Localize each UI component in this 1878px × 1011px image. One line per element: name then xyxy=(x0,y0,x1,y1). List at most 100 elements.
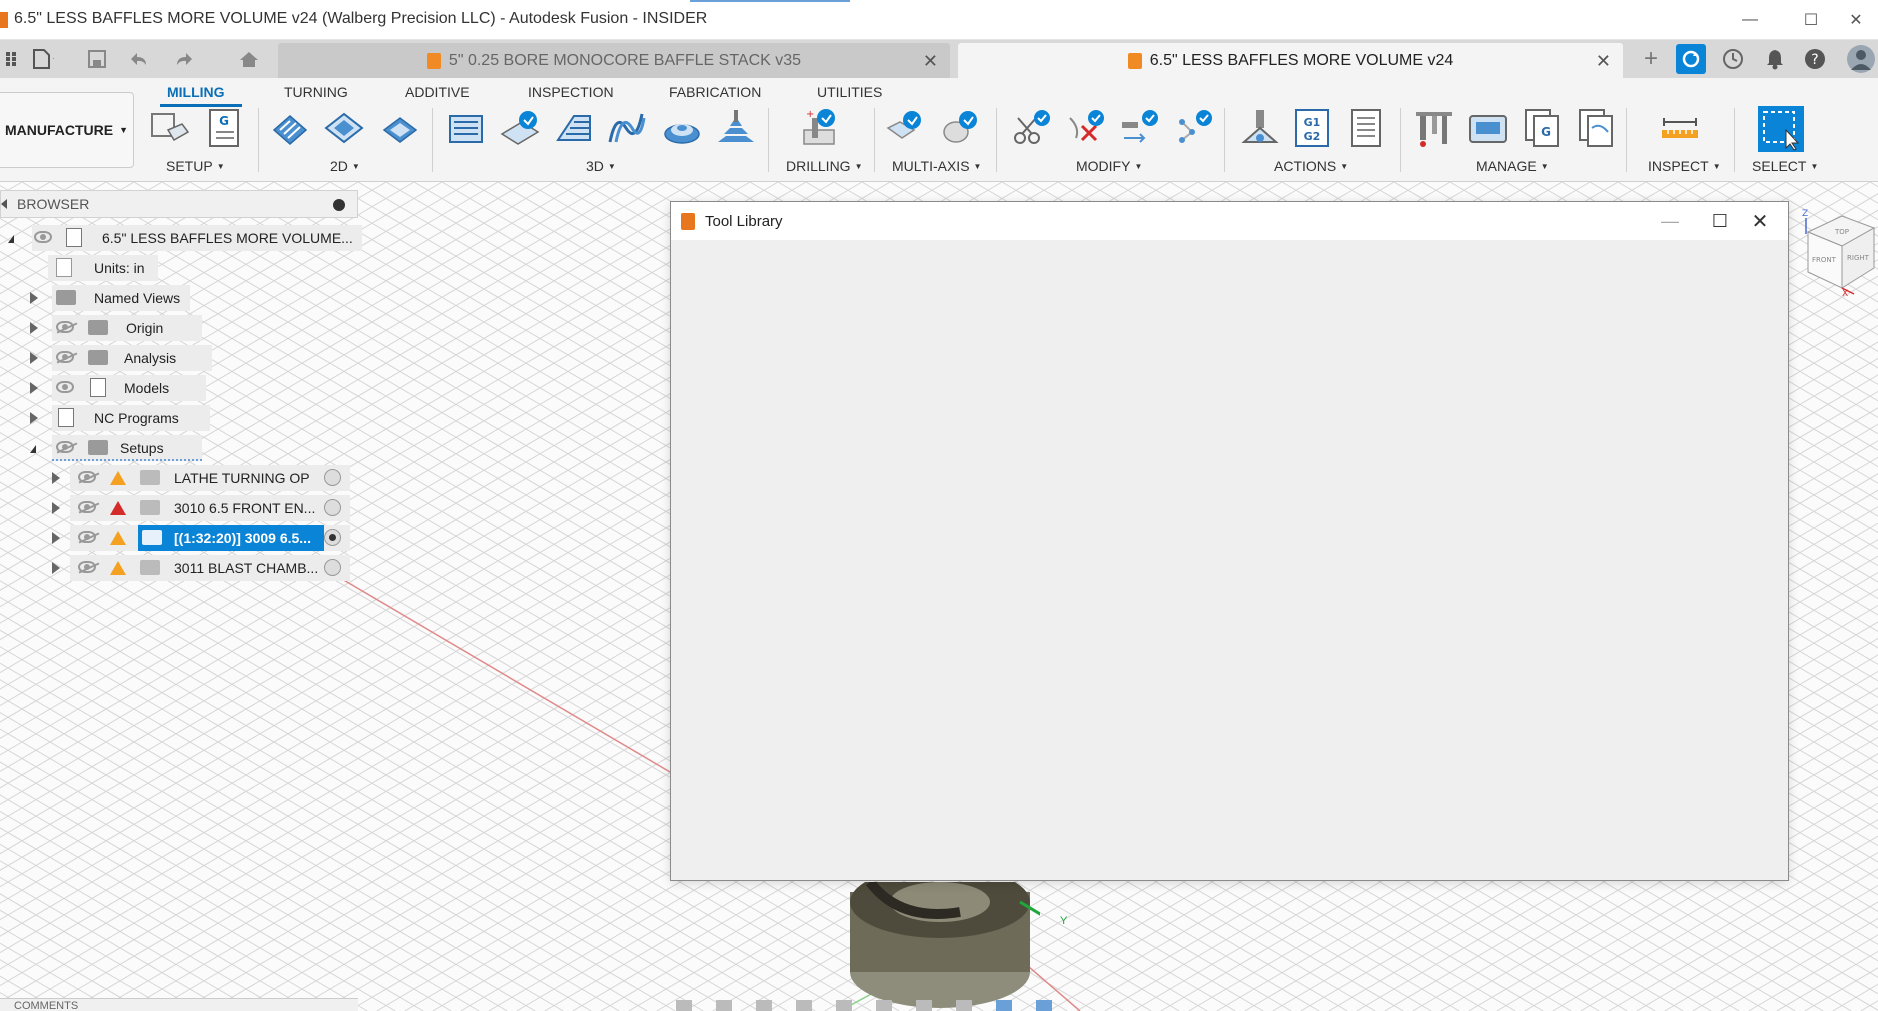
move-path-icon[interactable] xyxy=(1120,108,1160,148)
visibility-hidden-icon[interactable] xyxy=(56,321,74,333)
group-3d[interactable]: 3D ▼ xyxy=(586,158,616,174)
group-drilling[interactable]: DRILLING ▼ xyxy=(786,158,863,174)
trim-scissors-icon[interactable] xyxy=(1012,108,1052,148)
scallop-icon[interactable] xyxy=(662,108,702,148)
setup-row[interactable]: LATHE TURNING OP xyxy=(52,465,352,491)
visibility-hidden-icon[interactable] xyxy=(56,351,74,363)
comments-panel[interactable]: COMMENTS xyxy=(0,998,358,1011)
dialog-minimize-button[interactable]: — xyxy=(1650,208,1690,234)
tool-library-icon[interactable] xyxy=(1414,108,1454,148)
face-icon[interactable] xyxy=(380,108,420,148)
save-icon[interactable] xyxy=(86,48,108,70)
expand-arrow-icon[interactable] xyxy=(30,322,38,334)
expand-arrow-icon[interactable] xyxy=(52,472,60,484)
edit-points-icon[interactable] xyxy=(1174,108,1214,148)
activate-radio[interactable] xyxy=(324,469,341,486)
browser-pin-icon[interactable] xyxy=(333,199,345,211)
tab-fabrication[interactable]: FABRICATION xyxy=(669,84,761,100)
simulate-icon[interactable] xyxy=(1240,108,1280,148)
tree-item-models[interactable]: Models xyxy=(30,375,206,401)
job-status-icon[interactable] xyxy=(1676,44,1706,74)
new-setup-icon[interactable] xyxy=(150,108,190,148)
delete-path-icon[interactable] xyxy=(1066,108,1106,148)
expand-arrow-icon[interactable] xyxy=(30,292,38,304)
machine-library-icon[interactable] xyxy=(1468,108,1508,148)
user-avatar-icon[interactable] xyxy=(1846,44,1876,74)
template-library-icon[interactable] xyxy=(1576,108,1616,148)
tab-close-icon[interactable]: ✕ xyxy=(923,51,938,72)
new-tab-button[interactable]: + xyxy=(1636,44,1666,74)
post-process-g1g2-icon[interactable]: G1G2 xyxy=(1292,108,1332,148)
maximize-button[interactable]: ☐ xyxy=(1789,6,1833,34)
multi-axis-contour-icon[interactable] xyxy=(940,108,980,148)
select-icon[interactable] xyxy=(1758,106,1804,152)
minimize-button[interactable]: — xyxy=(1728,6,1772,34)
dialog-titlebar[interactable]: Tool Library — ☐ ✕ xyxy=(671,202,1788,240)
display-settings-icon[interactable] xyxy=(876,1000,892,1011)
tree-root[interactable]: 6.5" LESS BAFFLES MORE VOLUME... xyxy=(8,225,362,251)
drill-icon[interactable]: + xyxy=(800,108,840,148)
file-menu-icon[interactable] xyxy=(32,48,54,70)
grid-settings-icon[interactable] xyxy=(916,1000,932,1011)
setup-row-active[interactable]: [(1:32:20)] 3009 6.5... xyxy=(52,525,352,551)
group-actions[interactable]: ACTIONS ▼ xyxy=(1274,158,1348,174)
expand-arrow-icon[interactable] xyxy=(30,382,38,394)
visibility-eye-icon[interactable] xyxy=(34,231,52,243)
group-2d[interactable]: 2D ▼ xyxy=(330,158,360,174)
help-icon[interactable]: ? xyxy=(1800,44,1830,74)
viewcube-top-label[interactable]: TOP xyxy=(1834,228,1849,236)
notifications-bell-icon[interactable] xyxy=(1760,44,1790,74)
undo-icon[interactable] xyxy=(128,48,150,70)
tree-item-setups[interactable]: Setups xyxy=(30,435,202,461)
group-multi-axis[interactable]: MULTI-AXIS ▼ xyxy=(892,158,981,174)
tab-turning[interactable]: TURNING xyxy=(284,84,348,100)
tab-inspection[interactable]: INSPECTION xyxy=(528,84,614,100)
group-manage[interactable]: MANAGE ▼ xyxy=(1476,158,1549,174)
setup-row[interactable]: 3010 6.5 FRONT EN... xyxy=(52,495,352,521)
2d-pocket-icon[interactable] xyxy=(324,108,364,148)
visibility-hidden-icon[interactable] xyxy=(56,441,74,453)
activate-radio[interactable] xyxy=(324,499,341,516)
visibility-hidden-icon[interactable] xyxy=(78,471,96,483)
pan-icon[interactable] xyxy=(756,1000,772,1011)
2d-adaptive-icon[interactable] xyxy=(270,108,310,148)
group-modify[interactable]: MODIFY ▼ xyxy=(1076,158,1142,174)
measure-icon[interactable] xyxy=(1660,108,1700,148)
pocket-clearing-icon[interactable] xyxy=(500,108,540,148)
setup-sheet-icon[interactable] xyxy=(1346,108,1386,148)
browser-panel-header[interactable]: BROWSER xyxy=(0,190,358,218)
zoom-icon[interactable] xyxy=(796,1000,812,1011)
dialog-close-button[interactable]: ✕ xyxy=(1740,208,1780,234)
viewports-icon[interactable] xyxy=(956,1000,972,1011)
contour-icon[interactable] xyxy=(716,108,756,148)
expand-arrow-icon[interactable] xyxy=(52,532,60,544)
group-select[interactable]: SELECT ▼ xyxy=(1752,158,1818,174)
post-library-icon[interactable]: G xyxy=(1522,108,1562,148)
activate-radio[interactable] xyxy=(324,559,341,576)
home-icon[interactable] xyxy=(238,48,260,70)
section-icon[interactable] xyxy=(1036,1000,1052,1011)
parallel-icon[interactable] xyxy=(606,108,646,148)
visibility-eye-icon[interactable] xyxy=(56,381,74,393)
expand-arrow-icon[interactable] xyxy=(52,562,60,574)
view-cube[interactable]: TOP FRONT RIGHT Z X xyxy=(1798,206,1878,296)
tab-milling[interactable]: MILLING xyxy=(167,84,225,100)
history-clock-icon[interactable] xyxy=(1718,44,1748,74)
document-tab[interactable]: 5" 0.25 BORE MONOCORE BAFFLE STACK v35 ✕ xyxy=(278,43,950,78)
3d-adaptive-icon[interactable] xyxy=(446,108,486,148)
tree-item-analysis[interactable]: Analysis xyxy=(30,345,212,371)
visibility-hidden-icon[interactable] xyxy=(78,501,96,513)
tab-additive[interactable]: ADDITIVE xyxy=(405,84,470,100)
setup-row[interactable]: 3011 BLAST CHAMB... xyxy=(52,555,352,581)
tree-item-nc-programs[interactable]: NC Programs xyxy=(30,405,210,431)
close-button[interactable]: ✕ xyxy=(1834,6,1878,34)
tree-item-named-views[interactable]: Named Views xyxy=(30,285,190,311)
visibility-hidden-icon[interactable] xyxy=(78,531,96,543)
viewcube-right-label[interactable]: RIGHT xyxy=(1847,254,1870,262)
simulation-display-icon[interactable] xyxy=(996,1000,1012,1011)
expand-arrow-icon[interactable] xyxy=(30,352,38,364)
group-inspect[interactable]: INSPECT ▼ xyxy=(1648,158,1721,174)
units-row[interactable]: Units: in xyxy=(48,255,158,281)
expand-arrow-icon[interactable] xyxy=(52,502,60,514)
visibility-hidden-icon[interactable] xyxy=(78,561,96,573)
